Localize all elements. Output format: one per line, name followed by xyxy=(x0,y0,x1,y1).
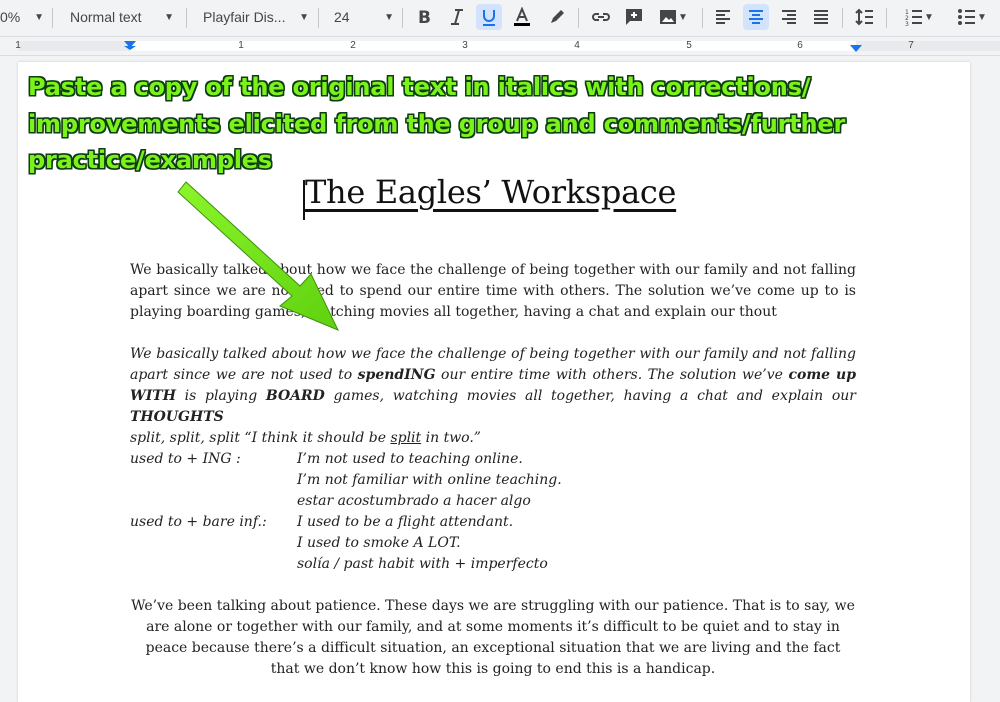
link-icon xyxy=(592,13,610,21)
insert-link-button[interactable] xyxy=(588,4,614,30)
horizontal-ruler[interactable]: 1 1 2 3 4 5 6 7 xyxy=(0,37,1000,56)
paragraph-text: We basically talked about how we face th… xyxy=(130,262,856,320)
first-line-indent-marker[interactable] xyxy=(124,46,136,50)
underline-button[interactable] xyxy=(476,4,502,30)
ruler-number: 6 xyxy=(797,40,803,51)
chevron-down-icon: ▼ xyxy=(678,11,688,23)
font-select[interactable]: Playfair Dis... ▼ xyxy=(203,0,309,34)
italic-icon xyxy=(451,9,463,25)
add-comment-button[interactable] xyxy=(621,4,647,30)
formatting-toolbar: 0% ▼ Normal text ▼ Playfair Dis... ▼ 24 … xyxy=(0,0,1000,37)
toolbar-divider xyxy=(702,8,703,28)
annotation-line-1: Paste a copy of the original text in ita… xyxy=(28,73,811,101)
chevron-down-icon: ▼ xyxy=(924,11,934,23)
align-justify-icon xyxy=(814,10,828,24)
split-line: split, split, split “I think it should b… xyxy=(130,430,481,446)
paragraph-corrected[interactable]: We basically talked about how we face th… xyxy=(130,344,856,428)
text-color-button[interactable] xyxy=(509,4,535,30)
ruler-number: 7 xyxy=(908,40,914,51)
chevron-down-icon: ▼ xyxy=(164,11,174,23)
zoom-value: 0% xyxy=(0,9,21,25)
correction: THOUGHTS xyxy=(130,409,224,425)
bulleted-list-button[interactable]: ▼ xyxy=(950,4,994,30)
text-run: is playing xyxy=(175,388,266,404)
chevron-down-icon: ▼ xyxy=(977,11,987,23)
bulleted-list-icon xyxy=(958,9,976,25)
svg-text:3: 3 xyxy=(905,21,909,27)
ruler-number: 4 xyxy=(574,40,580,51)
numbered-list-button[interactable]: 123 ▼ xyxy=(897,4,941,30)
underline-icon xyxy=(483,10,495,26)
add-comment-icon xyxy=(626,9,642,25)
bold-button[interactable]: B xyxy=(411,4,437,30)
highlight-button[interactable] xyxy=(544,4,570,30)
align-center-button[interactable] xyxy=(743,4,769,30)
toolbar-divider xyxy=(318,8,319,28)
chevron-down-icon: ▼ xyxy=(299,11,309,23)
zoom-select[interactable]: 0% ▼ xyxy=(0,0,44,34)
toolbar-divider xyxy=(402,8,403,28)
highlighter-icon xyxy=(551,10,564,23)
justify-button[interactable] xyxy=(808,4,834,30)
toolbar-divider xyxy=(578,8,579,28)
ruler-number: 2 xyxy=(350,40,356,51)
annotation-line-2: improvements elicited from the group and… xyxy=(28,110,846,138)
toolbar-divider xyxy=(842,8,843,28)
line-spacing-icon xyxy=(855,8,873,26)
ruler-number: 3 xyxy=(462,40,468,51)
chevron-down-icon: ▼ xyxy=(384,11,394,23)
font-value: Playfair Dis... xyxy=(203,9,286,25)
paragraph-style-value: Normal text xyxy=(70,9,142,25)
used-to-bare-row: used to + bare inf.: I used to be a fligh… xyxy=(130,514,514,530)
image-icon xyxy=(660,10,677,24)
correction: BOARD xyxy=(265,388,325,404)
paragraph-original[interactable]: We basically talked about how we face th… xyxy=(130,260,856,323)
numbered-list-icon: 123 xyxy=(905,9,923,27)
font-size-value: 24 xyxy=(334,9,350,25)
correction: spendING xyxy=(357,367,436,383)
align-center-icon xyxy=(749,10,763,24)
paragraph-style-select[interactable]: Normal text ▼ xyxy=(70,0,174,34)
align-right-button[interactable] xyxy=(776,4,802,30)
annotation-line-3: practice/examples xyxy=(28,146,272,174)
font-size-select[interactable]: 24 ▼ xyxy=(334,0,394,34)
used-to-ing-row: used to + ING : I’m not used to teaching … xyxy=(130,451,523,467)
insert-image-button[interactable]: ▼ xyxy=(653,4,693,30)
ruler-number: 1 xyxy=(238,40,244,51)
align-left-button[interactable] xyxy=(710,4,736,30)
ruler-number: 5 xyxy=(686,40,692,51)
toolbar-divider xyxy=(52,8,53,28)
chevron-down-icon: ▼ xyxy=(34,11,44,23)
line-spacing-button[interactable] xyxy=(852,4,878,30)
align-right-icon xyxy=(782,10,796,24)
italic-button[interactable] xyxy=(444,4,470,30)
right-indent-marker[interactable] xyxy=(850,45,862,52)
paragraph-patience[interactable]: We’ve been talking about patience. These… xyxy=(130,596,856,680)
svg-text:B: B xyxy=(418,8,431,27)
text-run: our entire time with others. The solutio… xyxy=(435,367,789,383)
ruler-number: 1 xyxy=(15,40,21,51)
grammar-notes[interactable]: split, split, split “I think it should b… xyxy=(130,428,856,575)
toolbar-divider xyxy=(186,8,187,28)
bold-icon: B xyxy=(418,8,431,27)
align-left-icon xyxy=(716,10,730,24)
document-title[interactable]: The Eagles’ Workspace xyxy=(305,173,676,211)
text-run: games, watching movies all together, hav… xyxy=(324,388,856,404)
toolbar-divider xyxy=(886,8,887,28)
text-color-icon xyxy=(514,7,530,26)
